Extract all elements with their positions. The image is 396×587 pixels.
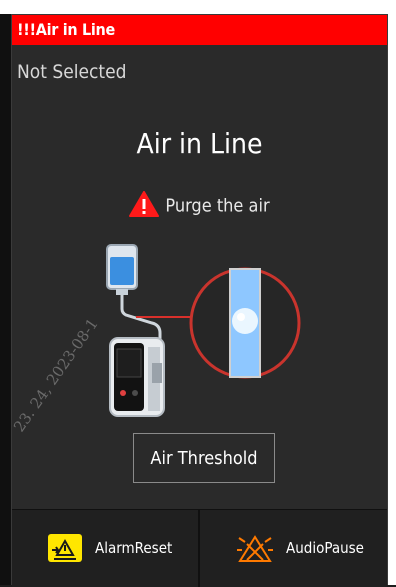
alarm-reset-button[interactable]: AlarmReset — [12, 510, 200, 587]
alarm-instruction: Purge the air — [12, 191, 387, 222]
air-in-line-illustration — [106, 244, 301, 417]
air-threshold-button[interactable]: Air Threshold — [133, 433, 275, 483]
left-edge — [0, 14, 11, 585]
warning-triangle-icon — [129, 191, 160, 222]
top-edge — [0, 0, 396, 14]
audio-pause-icon — [237, 534, 273, 568]
alarm-reset-label: AlarmReset — [95, 539, 173, 557]
alarm-title: Air in Line — [136, 127, 263, 160]
footer-bar: AlarmReset AudioPause — [12, 509, 387, 587]
selection-status: Not Selected — [17, 61, 127, 83]
audio-pause-button[interactable]: AudioPause — [201, 510, 389, 587]
instruction-text: Purge the air — [165, 195, 270, 217]
alarm-header[interactable]: !!!Air in Line — [12, 15, 387, 45]
alarm-reset-icon — [48, 534, 82, 566]
alarm-panel: !!!Air in Line Not Selected Air in Line … — [10, 14, 388, 587]
audio-pause-label: AudioPause — [286, 539, 364, 557]
right-edge — [388, 14, 396, 585]
